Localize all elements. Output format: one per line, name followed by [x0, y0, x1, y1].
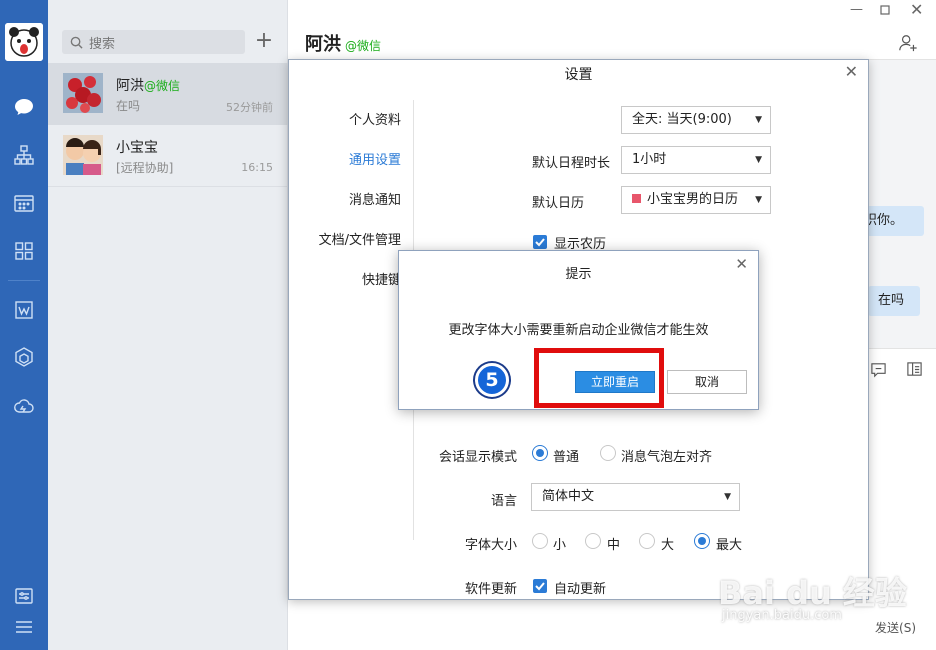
- search-icon: [70, 36, 83, 49]
- nav-divider: [8, 280, 40, 281]
- menu-item-shortcuts[interactable]: 快捷键: [362, 269, 401, 288]
- time-select[interactable]: 全天: 当天(9:00) ▼: [621, 106, 771, 134]
- chat-header: 阿洪 @微信 — ✕: [288, 0, 936, 60]
- chat-title: 阿洪 @微信: [305, 34, 382, 55]
- calendar-select[interactable]: 小宝宝男的日历 ▼: [621, 186, 771, 214]
- calendar-label: 默认日历: [532, 196, 585, 211]
- maximize-icon[interactable]: [880, 4, 890, 19]
- close-icon[interactable]: ✕: [735, 255, 748, 273]
- language-label: 语言: [491, 494, 518, 509]
- display-mode-normal-label: 普通: [553, 450, 580, 465]
- dropdown-arrow-icon: ▼: [755, 195, 762, 205]
- close-icon[interactable]: ✕: [845, 62, 858, 81]
- menu-item-files[interactable]: 文档/文件管理: [319, 229, 401, 248]
- cancel-button[interactable]: 取消: [667, 370, 747, 394]
- select-value: 小宝宝男的日历: [647, 192, 739, 207]
- auto-update-checkbox[interactable]: [533, 579, 547, 593]
- add-member-icon[interactable]: [898, 33, 918, 57]
- font-size-small-radio[interactable]: [532, 533, 548, 549]
- chat-icon[interactable]: [12, 95, 36, 119]
- display-mode-bubble-label: 消息气泡左对齐: [621, 450, 713, 465]
- step-badge: 5: [475, 363, 509, 397]
- message-time: 16:15: [241, 161, 273, 174]
- org-icon[interactable]: [12, 143, 36, 167]
- settings-icon[interactable]: [12, 584, 36, 608]
- cube-icon[interactable]: [12, 345, 36, 369]
- update-label: 软件更新: [465, 582, 518, 597]
- last-message: [远程协助]: [116, 161, 174, 175]
- select-value: 简体中文: [542, 489, 595, 504]
- dropdown-arrow-icon: ▼: [755, 155, 762, 165]
- message-bubble: 在吗: [868, 286, 920, 316]
- send-button[interactable]: 发送(S): [875, 619, 916, 636]
- contact-name: 小宝宝: [116, 140, 158, 156]
- search-placeholder: 搜索: [89, 36, 116, 52]
- prompt-message: 更改字体大小需要重新启动企业微信才能生效: [448, 323, 709, 338]
- display-mode-label: 会话显示模式: [439, 450, 518, 465]
- menu-item-notifications[interactable]: 消息通知: [349, 189, 401, 208]
- conversation-item[interactable]: 小宝宝 [远程协助] 16:15: [48, 125, 288, 187]
- duration-label: 默认日程时长: [532, 156, 611, 171]
- conversation-list: 搜索 + 阿洪@微信 在吗 52分钟前 小宝宝 [远程协助] 16:15: [48, 0, 288, 650]
- apps-icon[interactable]: [12, 239, 36, 263]
- display-mode-bubble-radio[interactable]: [600, 445, 616, 461]
- font-size-small-label: 小: [553, 538, 567, 553]
- message-time: 52分钟前: [226, 101, 273, 114]
- cloud-icon[interactable]: [12, 394, 36, 418]
- font-size-xlarge-radio[interactable]: [694, 533, 710, 549]
- lunar-checkbox[interactable]: [533, 235, 547, 249]
- contact-name: 阿洪@微信: [116, 78, 181, 94]
- select-value: 1小时: [632, 152, 667, 167]
- contact-avatar: [63, 135, 103, 175]
- auto-update-label: 自动更新: [554, 582, 607, 597]
- highlight-box: [534, 348, 664, 408]
- watermark-url: jingyan.baidu.com: [722, 608, 842, 623]
- minimize-icon[interactable]: —: [850, 2, 863, 17]
- prompt-title: 提示: [565, 267, 592, 282]
- search-input[interactable]: 搜索: [62, 30, 245, 54]
- select-value: 全天: 当天(9:00): [632, 112, 732, 127]
- divider: [48, 186, 288, 187]
- font-size-medium-radio[interactable]: [585, 533, 601, 549]
- menu-icon[interactable]: [12, 615, 36, 639]
- screenshot-icon[interactable]: [870, 361, 887, 382]
- conversation-item[interactable]: 阿洪@微信 在吗 52分钟前: [48, 63, 288, 125]
- calendar-color-swatch: [632, 194, 641, 203]
- close-window-icon[interactable]: ✕: [910, 0, 923, 19]
- menu-item-profile[interactable]: 个人资料: [349, 109, 401, 128]
- calendar-icon[interactable]: [12, 191, 36, 215]
- left-nav: [0, 0, 48, 650]
- display-mode-normal-radio[interactable]: [532, 445, 548, 461]
- menu-item-general[interactable]: 通用设置: [349, 149, 401, 168]
- dropdown-arrow-icon: ▼: [724, 492, 731, 502]
- font-size-xlarge-label: 最大: [716, 538, 743, 553]
- font-size-large-radio[interactable]: [639, 533, 655, 549]
- duration-select[interactable]: 1小时 ▼: [621, 146, 771, 174]
- user-avatar[interactable]: [5, 23, 43, 61]
- dropdown-arrow-icon: ▼: [755, 115, 762, 125]
- font-size-large-label: 大: [661, 538, 675, 553]
- contact-avatar: [63, 73, 103, 113]
- dialog-title: 设置: [564, 67, 593, 83]
- last-message: 在吗: [116, 99, 141, 113]
- doc-icon[interactable]: [12, 298, 36, 322]
- add-icon[interactable]: +: [254, 29, 274, 53]
- font-size-medium-label: 中: [607, 538, 621, 553]
- font-size-label: 字体大小: [465, 538, 518, 553]
- history-icon[interactable]: [906, 361, 923, 382]
- language-select[interactable]: 简体中文 ▼: [531, 483, 740, 511]
